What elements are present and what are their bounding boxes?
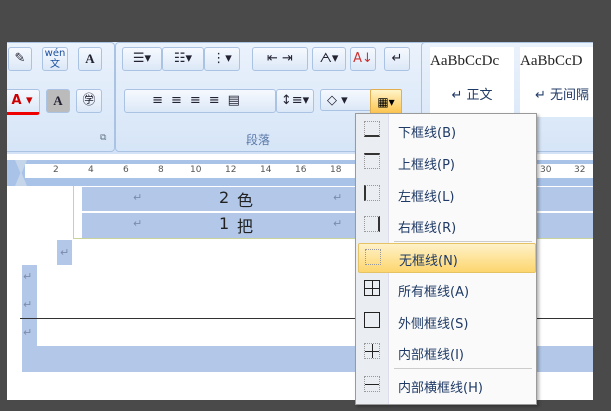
left-border-icon xyxy=(364,185,380,201)
ruler-tick: 4 xyxy=(88,165,94,175)
menu-item-inside-horizontal-border[interactable]: 内部横框线(H) xyxy=(358,371,534,399)
paragraph-mark: ↵ xyxy=(133,191,143,204)
cell-number: 1 xyxy=(219,214,230,233)
show-marks-button[interactable]: ↵ xyxy=(384,47,410,71)
inside-borders-icon xyxy=(364,343,380,359)
menu-item-top-border[interactable]: 上框线(P) xyxy=(358,148,534,176)
paragraph-mark: ↵ xyxy=(23,270,33,283)
menu-separator xyxy=(394,368,532,369)
paragraph-mark: ↵ xyxy=(23,298,33,311)
top-border-icon xyxy=(364,153,380,169)
ruler-tick: 30 xyxy=(540,165,552,175)
enclose-char-button[interactable]: ㊫ xyxy=(76,89,102,113)
paragraph-group-label: 段落 xyxy=(246,133,271,147)
numbering-button[interactable]: ☷▾ xyxy=(162,47,204,71)
paragraph-mark: ↵ xyxy=(333,217,343,230)
borders-dropdown-menu: 下框线(B) 上框线(P) 左框线(L) 右框线(R) 无框线(N) 所有框线(… xyxy=(355,113,537,405)
menu-item-label: 内部框线(I) xyxy=(398,348,464,363)
clear-format-button[interactable]: ✎ xyxy=(8,47,32,71)
paragraph-mark: ↵ xyxy=(133,217,143,230)
phonetic-guide-button[interactable]: wén 文 xyxy=(42,47,68,71)
menu-item-label: 无框线(N) xyxy=(399,254,458,269)
paragraph-mark: ↵ xyxy=(60,246,70,259)
no-border-icon xyxy=(365,249,381,265)
menu-item-label: 下框线(B) xyxy=(398,126,457,141)
cell-number: 2 xyxy=(219,188,230,207)
style-name: ↵ 正文 xyxy=(451,88,493,103)
menu-item-label: 内部横框线(H) xyxy=(398,381,483,396)
inside-horizontal-border-icon xyxy=(364,376,380,392)
sort-button[interactable]: A↓ xyxy=(350,47,376,71)
bottom-border-icon xyxy=(364,121,380,137)
menu-item-bottom-border[interactable]: 下框线(B) xyxy=(358,116,534,144)
style-preview: AaBbCcDc xyxy=(430,53,500,69)
indent-buttons[interactable]: ⇤ ⇥ xyxy=(252,47,308,71)
cell-char: 色 xyxy=(237,191,254,210)
ruler-tick: 32 xyxy=(574,165,586,175)
style-name-text: 正文 xyxy=(466,88,493,103)
right-border-icon xyxy=(364,216,380,232)
menu-item-label: 所有框线(A) xyxy=(398,285,470,300)
menu-item-label: 外侧框线(S) xyxy=(398,317,469,332)
font-group: ✎ wén 文 A A ▾ A ㊫ ⧉ xyxy=(7,42,115,152)
char-shading-button[interactable]: A xyxy=(46,89,70,113)
menu-item-no-border[interactable]: 无框线(N) xyxy=(358,243,536,273)
menu-separator xyxy=(394,241,532,242)
ruler-tick: 6 xyxy=(123,165,129,175)
ruler-tick: 10 xyxy=(190,165,202,175)
ruler-tick: 14 xyxy=(260,165,272,175)
ruler-tick: 18 xyxy=(330,165,342,175)
style-normal[interactable]: AaBbCcDc ↵ 正文 xyxy=(430,47,514,117)
chinese-layout-button[interactable]: ᗅ▾ xyxy=(312,47,346,71)
alignment-buttons[interactable]: ≡≡≡≡▤ xyxy=(124,89,276,113)
menu-item-inside-borders[interactable]: 内部框线(I) xyxy=(358,338,534,366)
char-border-button[interactable]: A xyxy=(78,47,102,71)
all-borders-icon xyxy=(364,280,380,296)
style-no-spacing[interactable]: AaBbCcD ↵ 无间隔 xyxy=(520,47,593,117)
menu-item-label: 右框线(R) xyxy=(398,221,457,236)
ruler-tick: 16 xyxy=(295,165,307,175)
menu-item-label: 左框线(L) xyxy=(398,190,455,205)
menu-item-label: 上框线(P) xyxy=(398,158,455,173)
menu-item-all-borders[interactable]: 所有框线(A) xyxy=(358,275,534,303)
menu-item-right-border[interactable]: 右框线(R) xyxy=(358,211,534,239)
ruler-tick: 8 xyxy=(158,165,164,175)
font-color-button[interactable]: A ▾ xyxy=(7,89,40,115)
ruler-tick: 12 xyxy=(225,165,237,175)
line-spacing-button[interactable]: ↕≡▾ xyxy=(276,89,314,113)
paragraph-mark: ↵ xyxy=(23,326,33,339)
borders-button[interactable]: ▦▾ xyxy=(370,89,402,115)
style-name-text: 无间隔 xyxy=(550,88,590,103)
style-preview: AaBbCcD xyxy=(520,53,583,69)
menu-item-left-border[interactable]: 左框线(L) xyxy=(358,180,534,208)
ruler-tick: 2 xyxy=(53,165,59,175)
cell-char: 把 xyxy=(237,217,254,236)
style-name: ↵ 无间隔 xyxy=(534,88,590,103)
menu-item-outside-borders[interactable]: 外侧框线(S) xyxy=(358,307,534,335)
bullets-button[interactable]: ☰▾ xyxy=(122,47,162,71)
multilevel-list-button[interactable]: ⋮▾ xyxy=(204,47,240,71)
paragraph-mark: ↵ xyxy=(333,191,343,204)
dialog-launcher-icon[interactable]: ⧉ xyxy=(100,133,106,143)
outside-borders-icon xyxy=(364,312,380,328)
